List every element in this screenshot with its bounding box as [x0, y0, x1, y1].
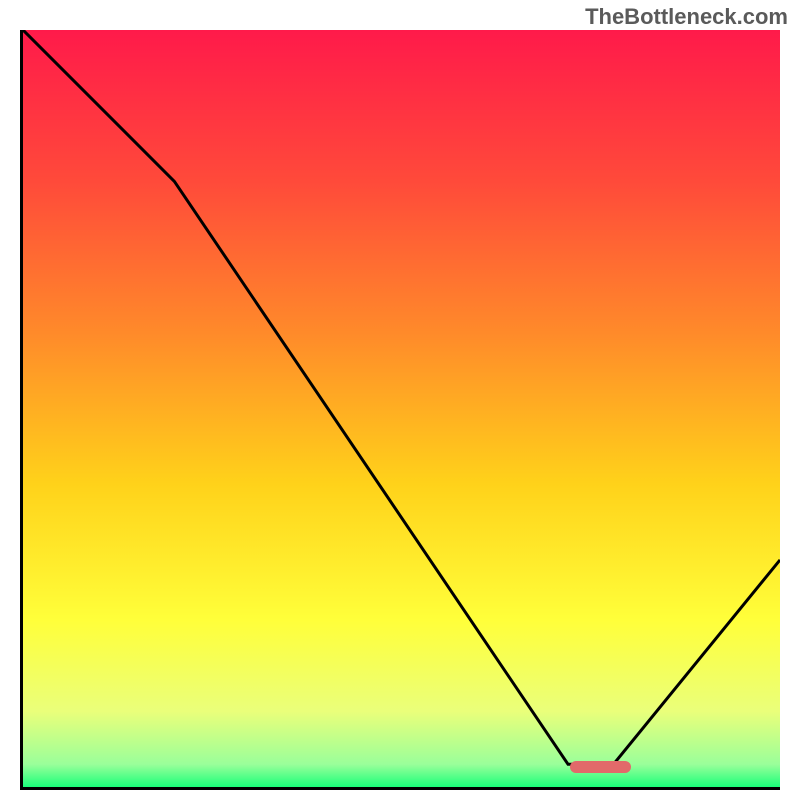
gradient-background — [23, 30, 780, 787]
optimal-marker — [570, 761, 631, 773]
chart-plot-area — [20, 30, 780, 790]
watermark-text: TheBottleneck.com — [585, 4, 788, 30]
